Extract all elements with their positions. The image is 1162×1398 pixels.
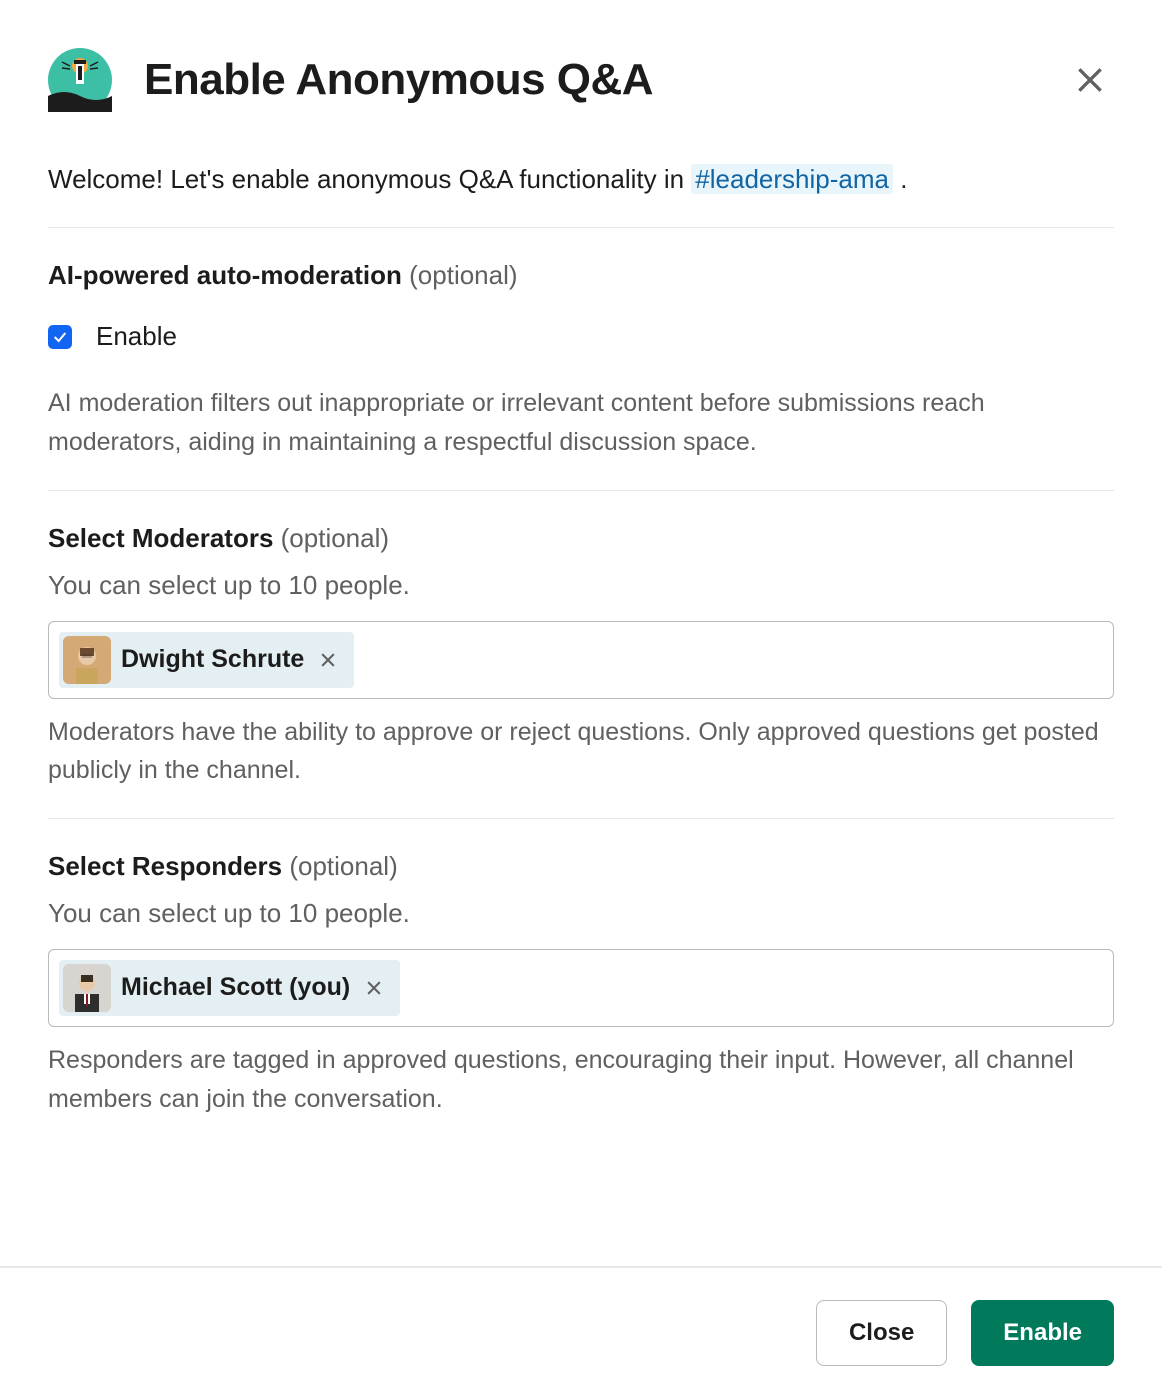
responder-name: Michael Scott (you) bbox=[121, 969, 350, 1007]
enable-checkbox[interactable] bbox=[48, 325, 72, 349]
header-left: Enable Anonymous Q&A bbox=[48, 48, 653, 112]
close-icon[interactable] bbox=[1066, 56, 1114, 104]
ai-moderation-optional: (optional) bbox=[409, 260, 517, 290]
intro-text: Welcome! Let's enable anonymous Q&A func… bbox=[48, 160, 1114, 199]
responders-sub: You can select up to 10 people. bbox=[48, 894, 1114, 933]
intro-pre: Welcome! Let's enable anonymous Q&A func… bbox=[48, 164, 691, 194]
modal-footer: Close Enable bbox=[0, 1266, 1162, 1398]
modal-title: Enable Anonymous Q&A bbox=[144, 55, 653, 105]
modal-header: Enable Anonymous Q&A bbox=[48, 48, 1114, 112]
enable-anonymous-qa-modal: Enable Anonymous Q&A Welcome! Let's enab… bbox=[0, 0, 1162, 1147]
responders-description: Responders are tagged in approved questi… bbox=[48, 1041, 1114, 1119]
responders-section: Select Responders (optional) You can sel… bbox=[48, 819, 1114, 1147]
enable-button[interactable]: Enable bbox=[971, 1300, 1114, 1366]
moderators-title: Select Moderators bbox=[48, 523, 273, 553]
ai-moderation-title: AI-powered auto-moderation bbox=[48, 260, 402, 290]
modal-body: Welcome! Let's enable anonymous Q&A func… bbox=[48, 160, 1114, 1147]
ai-moderation-checkbox-row: Enable bbox=[48, 317, 1114, 356]
intro-post: . bbox=[893, 164, 907, 194]
enable-checkbox-label: Enable bbox=[96, 317, 177, 356]
responders-heading: Select Responders (optional) bbox=[48, 847, 1114, 886]
responders-optional: (optional) bbox=[289, 851, 397, 881]
avatar bbox=[63, 964, 111, 1012]
channel-tag[interactable]: #leadership-ama bbox=[691, 164, 893, 194]
responder-chip: Michael Scott (you) bbox=[59, 960, 400, 1016]
moderators-input[interactable]: Dwight Schrute bbox=[48, 621, 1114, 699]
moderators-description: Moderators have the ability to approve o… bbox=[48, 713, 1114, 791]
responders-title: Select Responders bbox=[48, 851, 282, 881]
ai-moderation-heading: AI-powered auto-moderation (optional) bbox=[48, 256, 1114, 295]
responders-input[interactable]: Michael Scott (you) bbox=[48, 949, 1114, 1027]
ai-moderation-section: AI-powered auto-moderation (optional) En… bbox=[48, 228, 1114, 490]
moderator-chip: Dwight Schrute bbox=[59, 632, 354, 688]
moderator-name: Dwight Schrute bbox=[121, 641, 304, 679]
moderators-optional: (optional) bbox=[281, 523, 389, 553]
remove-moderator-icon[interactable] bbox=[314, 646, 342, 674]
moderators-sub: You can select up to 10 people. bbox=[48, 566, 1114, 605]
ai-moderation-description: AI moderation filters out inappropriate … bbox=[48, 384, 1114, 462]
app-icon bbox=[48, 48, 112, 112]
close-button[interactable]: Close bbox=[816, 1300, 947, 1366]
remove-responder-icon[interactable] bbox=[360, 974, 388, 1002]
moderators-section: Select Moderators (optional) You can sel… bbox=[48, 491, 1114, 819]
avatar bbox=[63, 636, 111, 684]
moderators-heading: Select Moderators (optional) bbox=[48, 519, 1114, 558]
